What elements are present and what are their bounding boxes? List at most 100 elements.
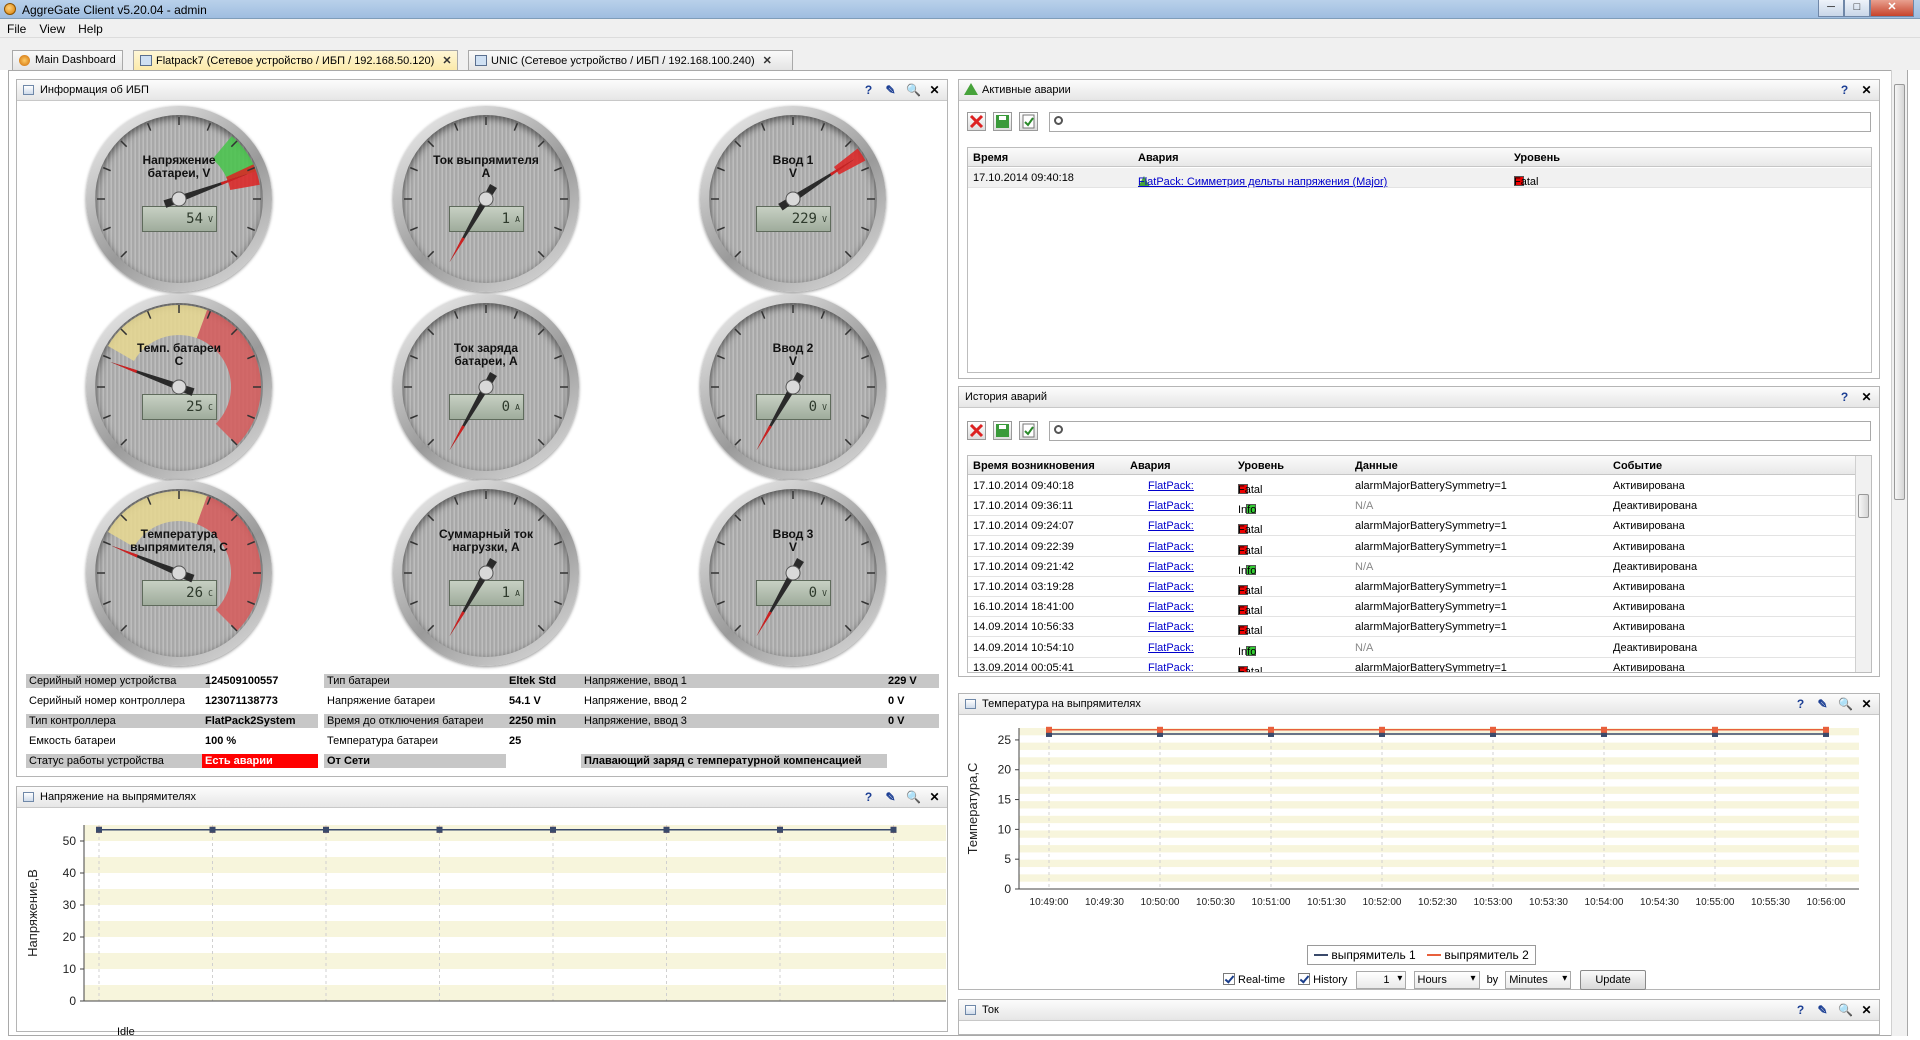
acknowledge-icon[interactable] — [1019, 421, 1038, 440]
table-row[interactable]: 17.10.2014 09:24:07 FlatPack: Fatal alarmMa… — [968, 516, 1855, 537]
table-row[interactable]: 17.10.2014 09:40:18 FlatPack: Симметрия … — [968, 168, 1871, 188]
delete-icon[interactable] — [967, 421, 986, 440]
info-label: Тип контроллера — [26, 714, 210, 728]
column-header[interactable]: Данные — [1355, 460, 1398, 472]
column-header[interactable]: Время — [973, 152, 1008, 164]
column-header[interactable]: Событие — [1613, 460, 1662, 472]
edit-button[interactable]: ✎ — [1816, 1003, 1829, 1017]
alarm-link[interactable]: FlatPack: — [1148, 581, 1194, 593]
history-unit-select[interactable]: Hours — [1413, 971, 1480, 989]
needle-tip — [756, 425, 772, 451]
info-label: Серийный номер устройства — [26, 674, 210, 688]
tab-main-dashboard[interactable]: Main Dashboard — [12, 50, 123, 70]
legend-swatch-2 — [1427, 954, 1442, 956]
help-button[interactable]: ? — [1794, 697, 1807, 711]
tab-close-icon[interactable]: ✕ — [763, 55, 772, 67]
zoom-button[interactable]: 🔍 — [906, 83, 921, 97]
alarm-link[interactable]: FlatPack: — [1148, 662, 1194, 672]
help-button[interactable]: ? — [862, 83, 875, 97]
scroll-thumb[interactable] — [1858, 494, 1869, 518]
panel-header: Информация об ИБП ? ✎ 🔍 ✕ — [17, 80, 947, 101]
tab-unic[interactable]: UNIC (Сетевое устройство / ИБП / 192.168… — [468, 50, 793, 70]
table-row[interactable]: 17.10.2014 09:21:42 FlatPack: Info N/A Деакт… — [968, 557, 1855, 577]
save-icon[interactable] — [993, 421, 1012, 440]
alarm-event: Деактивирована — [1613, 560, 1698, 573]
save-icon[interactable] — [993, 112, 1012, 131]
tab-bar: Main Dashboard Flatpack7 (Сетевое устрой… — [0, 38, 1920, 71]
alarm-event: Активирована — [1613, 480, 1685, 492]
table-row[interactable]: 17.10.2014 09:36:11 FlatPack: Info N/A Деакт… — [968, 496, 1855, 517]
alarm-link[interactable]: FlatPack: — [1148, 561, 1194, 573]
edit-button[interactable]: ✎ — [1816, 697, 1829, 711]
grid-band — [1019, 845, 1859, 853]
realtime-checkbox[interactable] — [1223, 972, 1235, 985]
alarm-level-text: Fatal — [1238, 665, 1263, 673]
history-scrollbar[interactable] — [1855, 456, 1871, 672]
alarm-event: Активирована — [1613, 601, 1685, 614]
menu-file[interactable]: File — [0, 19, 32, 36]
help-button[interactable]: ? — [862, 790, 875, 804]
alarm-link[interactable]: FlatPack: — [1148, 500, 1194, 512]
alarm-link[interactable]: FlatPack: — [1148, 480, 1194, 492]
info-label: Напряжение, ввод 1 — [581, 674, 887, 688]
tab-close-icon[interactable]: ✕ — [442, 55, 451, 67]
help-button[interactable]: ? — [1794, 1003, 1807, 1017]
alarm-link[interactable]: FlatPack: Симметрия дельты напряжения (M… — [1138, 176, 1387, 188]
panel-close-button[interactable]: ✕ — [1860, 697, 1873, 711]
history-checkbox[interactable] — [1298, 972, 1311, 985]
delete-icon[interactable] — [967, 112, 986, 131]
info-value: 100 % — [205, 735, 237, 747]
menu-help[interactable]: Help — [71, 19, 109, 36]
alarm-link[interactable]: FlatPack: — [1148, 601, 1194, 613]
tab-flatpack7[interactable]: Flatpack7 (Сетевое устройство / ИБП / 19… — [133, 50, 458, 71]
table-row[interactable]: 17.10.2014 09:22:39 FlatPack: Fatal alarmMa… — [968, 537, 1855, 557]
panel-close-button[interactable]: ✕ — [1860, 1003, 1873, 1017]
table-row[interactable]: 16.10.2014 18:41:00 FlatPack: Fatal alarmMa… — [968, 597, 1855, 618]
zoom-button[interactable]: 🔍 — [906, 790, 921, 804]
menu-view[interactable]: View — [32, 19, 71, 36]
panel-close-button[interactable]: ✕ — [928, 790, 941, 804]
column-header[interactable]: Уровень — [1514, 152, 1560, 164]
help-button[interactable]: ? — [1838, 83, 1851, 97]
data-point — [209, 826, 216, 833]
column-header[interactable]: Авария — [1138, 152, 1179, 164]
help-button[interactable]: ? — [1838, 390, 1851, 404]
search-input[interactable] — [1049, 421, 1871, 441]
x-tick-label: 10:56:00 — [1807, 897, 1846, 908]
table-row[interactable]: 17.10.2014 03:19:28 FlatPack: Fatal alarmMa… — [968, 577, 1855, 597]
panel-close-button[interactable]: ✕ — [1860, 390, 1873, 404]
acknowledge-icon[interactable] — [1019, 112, 1038, 131]
edit-button[interactable]: ✎ — [884, 790, 897, 804]
table-row[interactable]: 14.09.2014 10:54:10 FlatPack: Info N/A Деакт… — [968, 638, 1855, 658]
aggregation-select[interactable]: Minutes — [1505, 971, 1572, 989]
table-row[interactable]: 17.10.2014 09:40:18 FlatPack: Fatal alarmMa… — [968, 476, 1855, 496]
update-button[interactable]: Update — [1580, 970, 1646, 990]
alarm-link[interactable]: FlatPack: — [1148, 520, 1194, 532]
history-label: History — [1313, 973, 1348, 986]
search-input[interactable] — [1049, 112, 1871, 132]
table-row[interactable]: 14.09.2014 10:56:33 FlatPack: Fatal alarmMa… — [968, 617, 1855, 638]
column-header[interactable]: Авария — [1130, 460, 1171, 472]
zoom-button[interactable]: 🔍 — [1838, 697, 1853, 711]
table-row[interactable]: 13.09.2014 00:05:41 FlatPack: Fatal alarmMa… — [968, 658, 1855, 673]
zoom-button[interactable]: 🔍 — [1838, 1003, 1853, 1017]
edit-button[interactable]: ✎ — [884, 83, 897, 97]
alarm-link[interactable]: FlatPack: — [1148, 642, 1194, 654]
dashboard-scrollbar[interactable] — [1891, 70, 1907, 1036]
y-tick-label: 0 — [1004, 882, 1011, 896]
alarm-link[interactable]: FlatPack: — [1148, 621, 1194, 633]
history-amount-spinner[interactable]: 1 — [1356, 971, 1407, 989]
panel-close-button[interactable]: ✕ — [928, 83, 941, 97]
panel-close-button[interactable]: ✕ — [1860, 83, 1873, 97]
maximize-button[interactable]: □ — [1844, 0, 1870, 17]
data-point — [436, 826, 443, 833]
column-header[interactable]: Время возникновения — [973, 460, 1095, 472]
scroll-thumb[interactable] — [1894, 84, 1905, 500]
panel-title: Напряжение на выпрямителях — [40, 791, 196, 803]
alarm-link[interactable]: FlatPack: — [1148, 541, 1194, 553]
needle-tip — [110, 362, 138, 374]
window-close-button[interactable]: ✕ — [1870, 0, 1914, 17]
panel-header: История аварий ? ✕ — [959, 387, 1879, 408]
minimize-button[interactable]: ─ — [1818, 0, 1844, 17]
column-header[interactable]: Уровень — [1238, 460, 1284, 472]
